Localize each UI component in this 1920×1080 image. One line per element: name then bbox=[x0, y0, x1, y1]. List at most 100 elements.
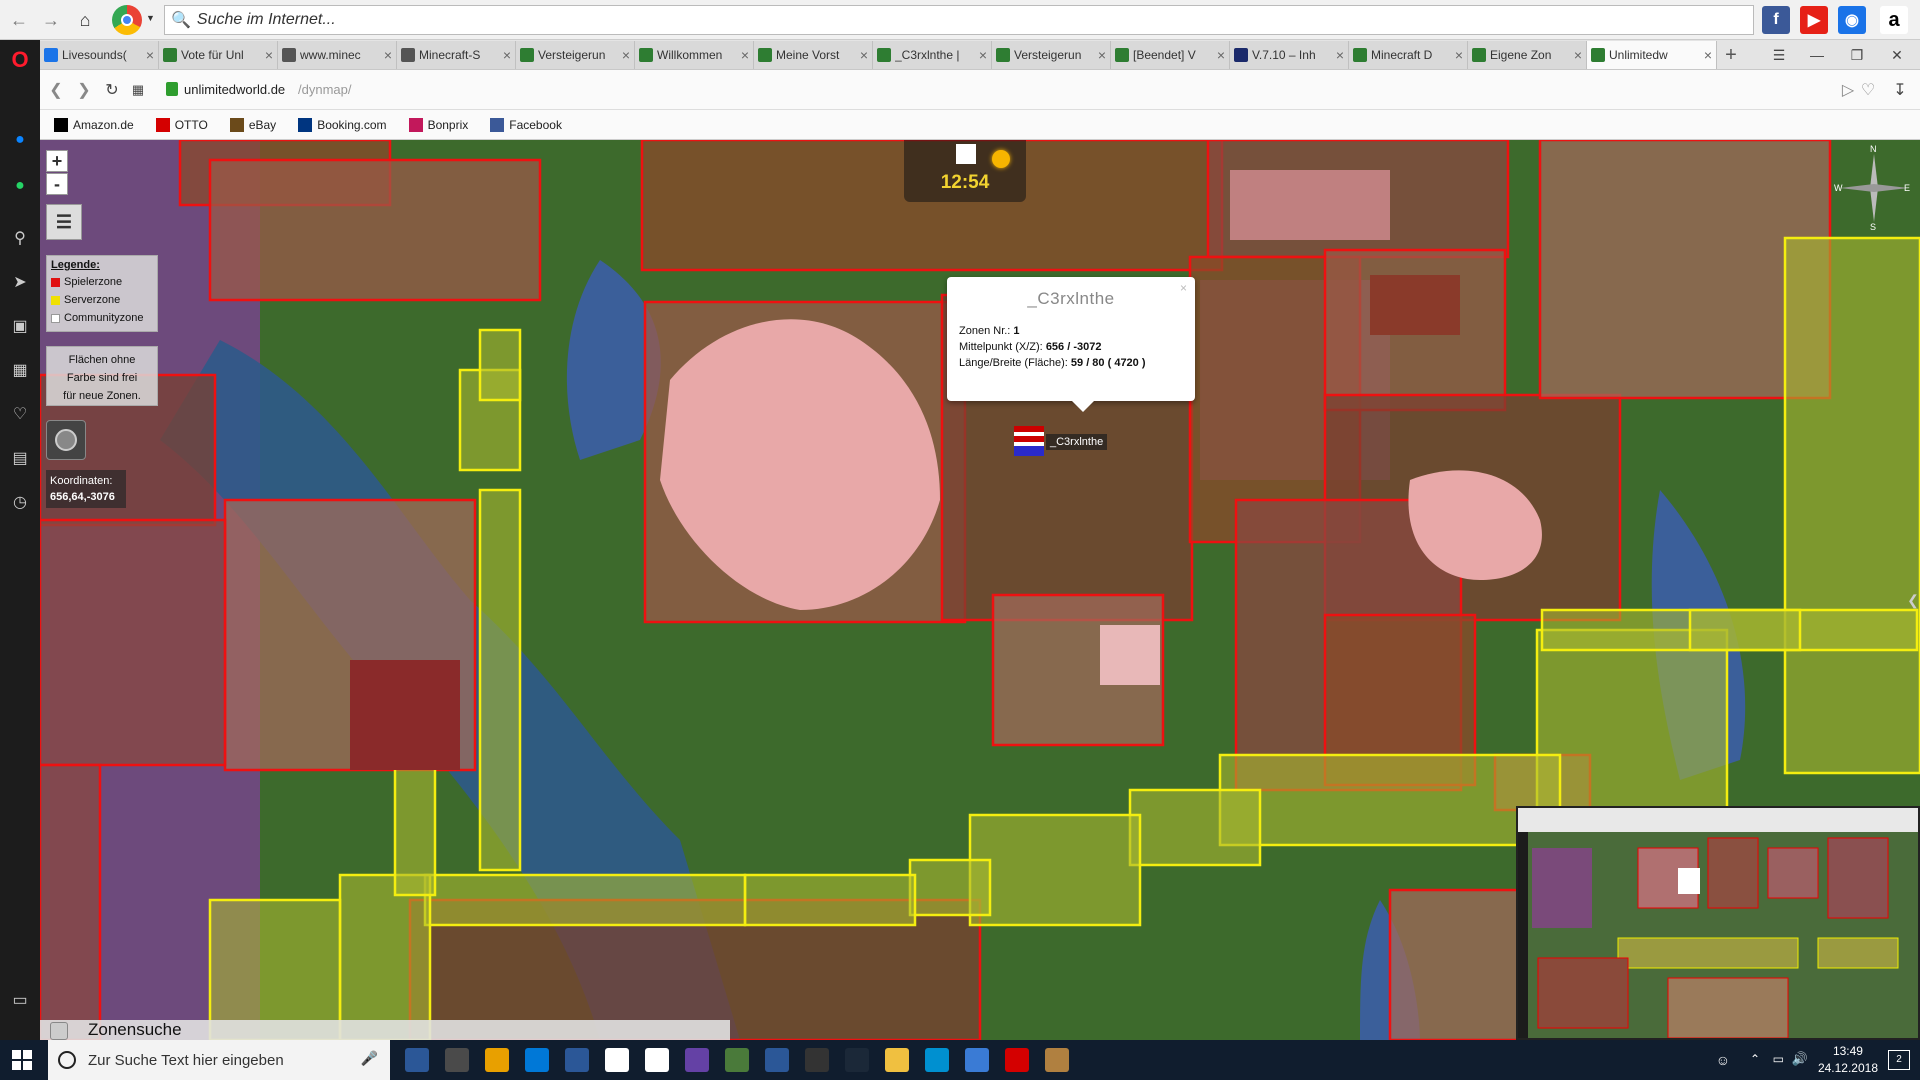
zoom-out-button[interactable]: - bbox=[46, 173, 68, 195]
bookmark-3[interactable]: Booking.com bbox=[298, 117, 387, 132]
opera-icon[interactable] bbox=[1005, 1048, 1029, 1072]
bookmark-1[interactable]: OTTO bbox=[155, 117, 208, 132]
chevron-down-icon[interactable]: ▼ bbox=[146, 13, 155, 23]
forward-icon[interactable]: → bbox=[38, 7, 64, 33]
tab-8[interactable]: Versteigerun × bbox=[992, 41, 1111, 69]
tab-close-icon[interactable]: × bbox=[979, 47, 987, 63]
tray-up-icon[interactable]: ⌃ bbox=[1750, 1052, 1760, 1066]
minecraft-icon[interactable] bbox=[725, 1048, 749, 1072]
media-icon[interactable] bbox=[485, 1048, 509, 1072]
whatsapp-icon[interactable]: ● bbox=[8, 174, 32, 198]
camera-icon[interactable]: ▣ bbox=[8, 314, 32, 338]
internet-search-input[interactable]: 🔍 Suche im Internet... bbox=[164, 5, 1754, 35]
photos-icon[interactable] bbox=[445, 1048, 469, 1072]
edge-icon[interactable] bbox=[525, 1048, 549, 1072]
chrome-icon[interactable] bbox=[112, 5, 142, 35]
store-icon[interactable] bbox=[565, 1048, 589, 1072]
steam-icon[interactable] bbox=[845, 1048, 869, 1072]
tab-close-icon[interactable]: × bbox=[1704, 47, 1712, 63]
news-icon[interactable]: ▤ bbox=[8, 446, 32, 470]
tab-2[interactable]: www.minec × bbox=[278, 41, 397, 69]
tab-menu-icon[interactable]: ☰ bbox=[1762, 44, 1796, 66]
reload-icon[interactable]: ↻ bbox=[102, 80, 122, 100]
box-icon[interactable] bbox=[1045, 1048, 1069, 1072]
tab-7[interactable]: _C3rxlnthe | × bbox=[873, 41, 992, 69]
tab-close-icon[interactable]: × bbox=[1336, 47, 1344, 63]
notepad-icon[interactable] bbox=[645, 1048, 669, 1072]
heart-icon[interactable]: ♡ bbox=[8, 402, 32, 426]
tab-9[interactable]: [Beendet] V × bbox=[1111, 41, 1230, 69]
compass-rose-button[interactable] bbox=[46, 420, 86, 460]
tab-13[interactable]: Unlimitedw × bbox=[1587, 41, 1717, 69]
bookmark-5[interactable]: Facebook bbox=[490, 117, 562, 132]
facebook-app-icon[interactable] bbox=[925, 1048, 949, 1072]
tab-close-icon[interactable]: × bbox=[1455, 47, 1463, 63]
tab-close-icon[interactable]: × bbox=[1217, 47, 1225, 63]
mail-icon[interactable] bbox=[605, 1048, 629, 1072]
bookmark-0[interactable]: Amazon.de bbox=[54, 117, 134, 132]
back-icon[interactable]: ← bbox=[6, 7, 32, 33]
notification-center-icon[interactable]: 2 bbox=[1888, 1050, 1910, 1070]
bookmark-2[interactable]: eBay bbox=[229, 117, 276, 132]
tab-close-icon[interactable]: × bbox=[860, 47, 868, 63]
tab-6[interactable]: Meine Vorst × bbox=[754, 41, 873, 69]
zone-search-bar[interactable]: Zonensuche bbox=[40, 1020, 730, 1040]
minimize-icon[interactable]: — bbox=[1800, 44, 1834, 66]
file-explorer-icon[interactable] bbox=[885, 1048, 909, 1072]
tab-close-icon[interactable]: × bbox=[1574, 47, 1582, 63]
opera-logo-icon[interactable]: O bbox=[8, 47, 32, 72]
task-view-icon[interactable] bbox=[405, 1048, 429, 1072]
zone-search-icon[interactable] bbox=[50, 1022, 68, 1040]
apps-grid-icon[interactable]: ▦ bbox=[8, 358, 32, 382]
home-icon[interactable]: ⌂ bbox=[72, 7, 98, 33]
taskbar-search-input[interactable]: Zur Suche Text hier eingeben 🎤 bbox=[48, 1040, 390, 1080]
zoom-in-button[interactable]: + bbox=[46, 150, 68, 172]
tab-close-icon[interactable]: × bbox=[384, 47, 392, 63]
tab-close-icon[interactable]: × bbox=[1098, 47, 1106, 63]
tab-1[interactable]: Vote für Unl × bbox=[159, 41, 278, 69]
download-icon[interactable]: ↧ bbox=[1890, 80, 1910, 100]
new-tab-button[interactable]: + bbox=[1717, 41, 1745, 69]
popup-close-button[interactable]: × bbox=[1180, 281, 1187, 295]
history-icon[interactable]: ◷ bbox=[8, 490, 32, 514]
bookmark-heart-icon[interactable]: ♡ bbox=[1858, 80, 1878, 100]
volume-icon[interactable]: 🔊 bbox=[1792, 1051, 1808, 1067]
tab-close-icon[interactable]: × bbox=[503, 47, 511, 63]
tab-close-icon[interactable]: × bbox=[741, 47, 749, 63]
bookmark-4[interactable]: Bonprix bbox=[408, 117, 468, 132]
messenger-icon[interactable]: ● bbox=[8, 128, 32, 152]
gamepad-icon[interactable]: ◉ bbox=[1838, 6, 1866, 34]
send-icon[interactable]: ➤ bbox=[8, 270, 32, 294]
amazon-icon[interactable]: a bbox=[1880, 6, 1908, 34]
tab-4[interactable]: Versteigerun × bbox=[516, 41, 635, 69]
player-avatar-icon[interactable] bbox=[1014, 426, 1044, 456]
network-icon[interactable]: ▭ bbox=[1773, 1052, 1784, 1066]
back-icon[interactable]: ❮ bbox=[46, 80, 66, 100]
tab-0[interactable]: Livesounds(× bbox=[40, 41, 159, 69]
twitch-icon[interactable] bbox=[685, 1048, 709, 1072]
epic-games-icon[interactable] bbox=[805, 1048, 829, 1072]
panel-expand-icon[interactable]: ❮ bbox=[1906, 585, 1920, 615]
forward-icon[interactable]: ❯ bbox=[74, 80, 94, 100]
send-page-icon[interactable]: ▷ bbox=[1838, 80, 1858, 100]
microphone-icon[interactable]: 🎤 bbox=[361, 1050, 378, 1067]
sidebar-toggle-icon[interactable]: ▭ bbox=[8, 988, 32, 1012]
speed-dial-icon[interactable]: ▦ bbox=[128, 80, 148, 100]
dynmap-view[interactable]: + - ☰ Legende: Spielerzone Serverzone Co… bbox=[40, 140, 1920, 1040]
close-window-icon[interactable]: ✕ bbox=[1880, 44, 1914, 66]
restore-icon[interactable]: ❐ bbox=[1840, 44, 1874, 66]
tab-3[interactable]: Minecraft-S × bbox=[397, 41, 516, 69]
url-field[interactable]: unlimitedworld.de /dynmap/ bbox=[164, 76, 1844, 104]
search-icon[interactable]: ⚲ bbox=[8, 226, 32, 250]
tab-close-icon[interactable]: × bbox=[265, 47, 273, 63]
tab-close-icon[interactable]: × bbox=[622, 47, 630, 63]
people-icon[interactable]: ☺ bbox=[1716, 1052, 1730, 1068]
taskbar-clock[interactable]: 13:49 24.12.2018 bbox=[1818, 1043, 1878, 1077]
tab-12[interactable]: Eigene Zon × bbox=[1468, 41, 1587, 69]
windows-start-icon[interactable] bbox=[12, 1050, 32, 1070]
youtube-icon[interactable]: ▶ bbox=[1800, 6, 1828, 34]
tab-close-icon[interactable]: × bbox=[146, 47, 154, 63]
tab-5[interactable]: Willkommen × bbox=[635, 41, 754, 69]
battlenet-icon[interactable] bbox=[965, 1048, 989, 1072]
tab-11[interactable]: Minecraft D × bbox=[1349, 41, 1468, 69]
